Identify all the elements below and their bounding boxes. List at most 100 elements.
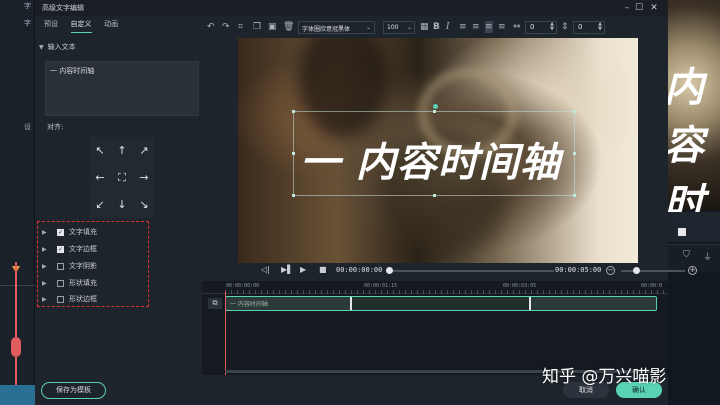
color-swatch-icon[interactable]: ▦ <box>420 21 429 33</box>
close-icon[interactable]: ✕ <box>647 1 661 15</box>
caret-right-icon[interactable]: ▶ <box>42 263 50 270</box>
stop-icon[interactable]: ■ <box>319 265 327 274</box>
caret-right-icon[interactable]: ▶ <box>42 246 50 253</box>
text-shadow-checkbox[interactable] <box>57 262 64 270</box>
line-spacing-field[interactable]: 0 ▲ ▼ <box>573 21 605 34</box>
property-text-shadow[interactable]: ▶ 文字阴影 <box>38 259 97 273</box>
stepper-icon[interactable]: ▲ ▼ <box>550 22 554 32</box>
play-icon[interactable]: ▶ <box>300 265 306 274</box>
resize-handle[interactable] <box>573 110 576 113</box>
align-top-button[interactable]: ↑ <box>111 137 133 164</box>
zoom-in-icon[interactable]: + <box>688 266 697 275</box>
property-text-fill[interactable]: ▶ ✓ 文字填充 <box>38 225 97 239</box>
tab-preset[interactable]: 预设 <box>44 19 58 32</box>
timeline-playhead[interactable] <box>225 291 226 375</box>
text-clip[interactable]: 一 内容时间轴 <box>225 296 657 311</box>
shape-border-checkbox[interactable] <box>57 295 64 303</box>
crop-icon[interactable]: ⌗ <box>238 21 243 33</box>
input-section-header[interactable]: ▼ 输入文本 <box>39 42 76 52</box>
caret-right-icon[interactable]: ▶ <box>42 296 50 303</box>
property-text-border[interactable]: ▶ ✓ 文字边框 <box>38 242 97 256</box>
resize-handle[interactable] <box>292 152 295 155</box>
text-border-checkbox[interactable]: ✓ <box>57 245 64 253</box>
caret-right-icon[interactable]: ▶ <box>42 280 50 287</box>
playback-scrubber[interactable] <box>386 267 554 274</box>
paste-icon[interactable]: ▣ <box>268 21 277 33</box>
chevron-down-icon: ⌄ <box>406 24 412 31</box>
font-size-value: 100 <box>387 24 399 31</box>
property-label: 形状边框 <box>69 295 97 303</box>
bold-icon[interactable]: B <box>433 21 440 33</box>
italic-icon[interactable]: I <box>446 21 450 33</box>
undo-icon[interactable]: ↶ <box>207 21 215 33</box>
shield-icon[interactable]: ⛉ <box>683 250 690 260</box>
align-top-right-button[interactable]: ↗ <box>133 137 155 164</box>
resize-handle[interactable] <box>573 194 576 197</box>
redo-icon[interactable]: ↷ <box>222 21 230 33</box>
align-left-icon[interactable]: ≡ <box>459 21 467 33</box>
copy-icon[interactable]: ❐ <box>253 21 261 33</box>
preview-title-text[interactable]: 一 内容时间轴 <box>300 130 561 188</box>
bg-playhead-handle[interactable] <box>11 337 21 357</box>
tab-custom[interactable]: 自定义 <box>70 19 92 33</box>
caret-right-icon[interactable]: ▶ <box>42 229 50 236</box>
align-right-button[interactable]: → <box>133 164 155 191</box>
video-preview[interactable]: 一 内容时间轴 <box>238 38 638 263</box>
scrubber-knob[interactable] <box>386 267 393 274</box>
line-spacing-icon[interactable]: ⇕ <box>561 21 569 33</box>
resize-handle[interactable] <box>433 110 436 113</box>
property-shape-fill[interactable]: ▶ 形状填充 <box>38 276 97 290</box>
keyframe-divider[interactable] <box>529 297 531 310</box>
zoom-out-icon[interactable]: − <box>606 266 615 275</box>
font-family-select[interactable]: 字体圈欣意冠黑体 ⌄ <box>298 21 375 34</box>
bg-ruler <box>0 272 35 286</box>
current-timecode: 00:00:00:00 <box>336 266 383 274</box>
align-left-button[interactable]: ← <box>89 164 111 191</box>
ruler-label: 00:00:0 <box>641 283 663 289</box>
letter-spacing-field[interactable]: 0 ▲ ▼ <box>525 21 557 34</box>
resize-handle[interactable] <box>433 194 436 197</box>
align-label: 对齐: <box>47 123 64 131</box>
letter-spacing-icon[interactable]: ⇔ <box>513 21 521 33</box>
zoom-knob[interactable] <box>633 267 640 274</box>
align-right-icon[interactable]: ≡ <box>498 21 506 33</box>
text-input-area[interactable]: 一 内容时间轴 <box>45 61 199 116</box>
align-bottom-button[interactable]: ↓ <box>111 191 133 218</box>
previous-frame-icon[interactable]: ◁| <box>261 265 270 274</box>
property-label: 形状填充 <box>69 279 97 287</box>
align-center-icon[interactable]: ≡ <box>472 21 480 33</box>
align-bottom-left-button[interactable]: ↙ <box>89 191 111 218</box>
delete-icon[interactable]: 🗑 <box>283 21 294 33</box>
stepper-icon[interactable]: ▲ ▼ <box>598 22 602 32</box>
save-as-template-button[interactable]: 保存为模板 <box>41 382 106 399</box>
alignment-grid: ↖ ↑ ↗ ← ⛶ → ↙ ↓ ↘ <box>89 137 155 218</box>
tab-animation[interactable]: 动画 <box>104 19 118 32</box>
keyframe-divider[interactable] <box>350 297 352 310</box>
rotate-handle[interactable] <box>433 104 438 109</box>
maximize-icon[interactable]: ☐ <box>632 1 646 15</box>
resize-handle[interactable] <box>292 194 295 197</box>
font-size-select[interactable]: 100 ⌄ <box>383 21 415 34</box>
text-fill-checkbox[interactable]: ✓ <box>57 228 64 236</box>
timeline-zoom-slider[interactable] <box>621 267 685 274</box>
align-justify-icon[interactable]: ≡ <box>485 21 493 33</box>
property-label: 文字边框 <box>69 245 97 253</box>
shape-fill-checkbox[interactable] <box>57 279 64 287</box>
property-label: 文字阴影 <box>69 262 97 270</box>
align-bottom-right-button[interactable]: ↘ <box>133 191 155 218</box>
dialog-title: 高级文字编辑 <box>42 4 84 12</box>
title-bar: 高级文字编辑 – ☐ ✕ <box>35 0 668 16</box>
align-center-button[interactable]: ⛶ <box>111 164 133 191</box>
resize-handle[interactable] <box>573 152 576 155</box>
stop-icon[interactable] <box>678 228 686 236</box>
track-type-icon[interactable]: ⧉ <box>208 298 222 309</box>
clip-label: 一 内容时间轴 <box>230 301 268 308</box>
align-top-left-button[interactable]: ↖ <box>89 137 111 164</box>
total-timecode: 00:00:05:00 <box>555 266 602 274</box>
property-shape-border[interactable]: ▶ 形状边框 <box>38 292 97 306</box>
mic-icon[interactable]: ⏚ <box>703 250 712 263</box>
resize-handle[interactable] <box>292 110 295 113</box>
text-input-value: 一 内容时间轴 <box>50 67 95 75</box>
play-pause-icon[interactable]: ▶▌ <box>281 265 293 274</box>
timeline-ruler[interactable]: 00:00:00:00 00:00:01:15 00:00:03:05 00:0… <box>202 281 668 294</box>
